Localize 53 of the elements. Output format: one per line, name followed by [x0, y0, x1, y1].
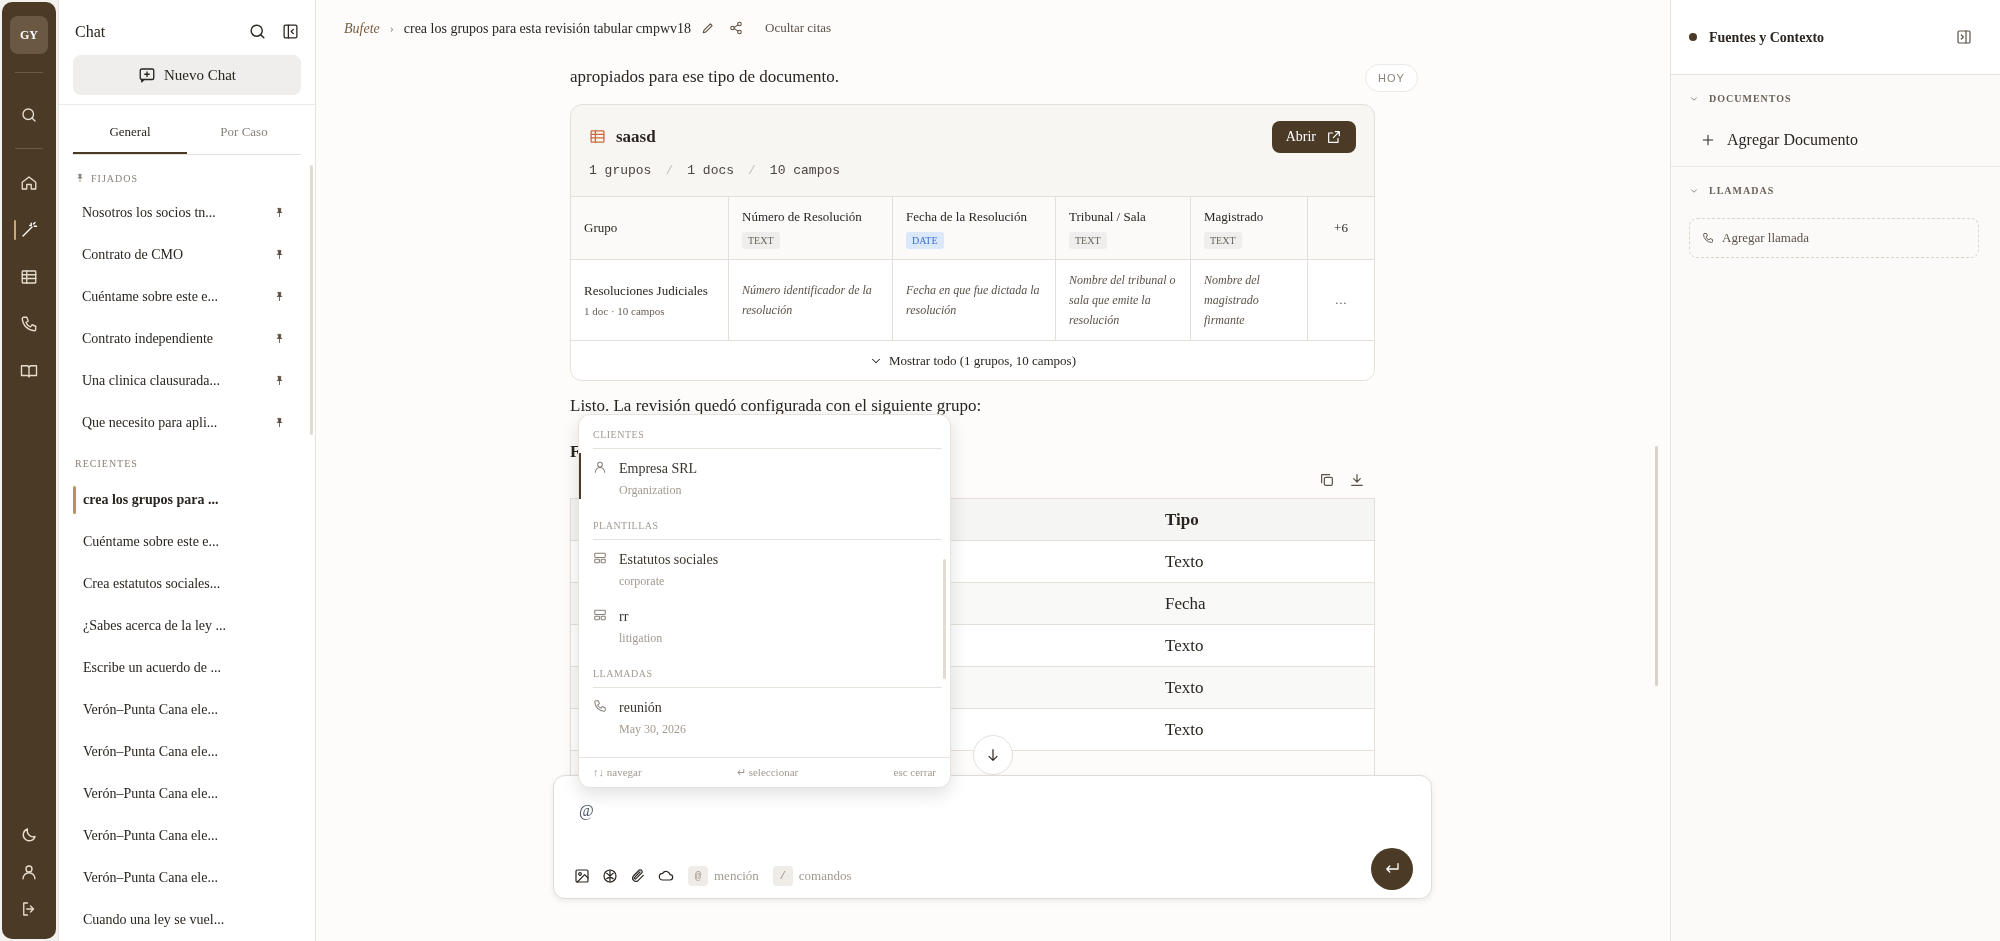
type-tag: TEXT	[1069, 232, 1107, 250]
section-heading: LLAMADAS	[1709, 184, 1775, 198]
panel-title: Fuentes y Contexto	[1709, 28, 1826, 47]
key-hint: @	[688, 866, 708, 886]
section-heading: PLANTILLAS	[593, 506, 942, 540]
type-tag: TEXT	[1204, 232, 1242, 250]
option-subtitle: corporate	[619, 573, 666, 590]
column-header: Fecha de la Resolución	[906, 207, 1028, 226]
message-text: apropiados para ese tipo de documento.	[570, 66, 841, 88]
option-subtitle: May 30, 2026	[619, 721, 686, 738]
table-cell: Texto	[1102, 667, 1374, 709]
card-stat: 10 campos	[769, 161, 841, 180]
type-tag: TEXT	[742, 232, 780, 250]
keyboard-hint: ↵ seleccionar	[736, 765, 799, 781]
column-header: Tipo	[1102, 499, 1374, 541]
sidebar-title: Chat	[75, 21, 107, 42]
type-tag: DATE	[906, 232, 944, 250]
breadcrumb-separator: ›	[389, 20, 394, 37]
table-cell-text: …	[1334, 292, 1348, 309]
chat-title: crea los grupos para esta revisión tabular cmpwv18	[403, 19, 692, 38]
column-header: Magistrado	[1204, 207, 1265, 226]
table-cell: Texto	[1102, 541, 1374, 583]
group-meta: 1 doc · 10 campos	[584, 304, 666, 319]
section-heading: DOCUMENTOS	[1709, 92, 1792, 106]
card-stat: 1 grupos	[589, 161, 652, 180]
card-stat: 1 docs	[687, 161, 735, 180]
group-name: Resoluciones Judiciales	[584, 281, 709, 300]
keyboard-hint: ↑↓ navegar	[593, 765, 642, 781]
stat-separator: /	[748, 161, 756, 180]
table-cell: Texto	[1102, 625, 1374, 667]
date-badge: HOY	[1365, 64, 1418, 92]
section-heading: RECIENTES	[75, 456, 139, 471]
section-heading: FIJADOS	[91, 171, 138, 186]
table-cell: Texto	[1102, 709, 1374, 751]
option-subtitle: litigation	[619, 630, 663, 647]
option-title: reunión	[619, 699, 663, 717]
table-cell: Fecha	[1102, 583, 1374, 625]
hint-label: comandos	[798, 867, 852, 886]
option-title: rr	[619, 608, 630, 626]
column-header: Número de Resolución	[742, 207, 863, 226]
column-header: Tribunal / Sala	[1069, 207, 1147, 226]
section-heading: LLAMADAS	[593, 654, 942, 688]
hint-label: mención	[714, 867, 759, 886]
key-hint: /	[772, 866, 793, 886]
keyboard-hint: esc cerrar	[893, 765, 936, 781]
stat-separator: /	[665, 161, 674, 180]
option-subtitle: Organization	[619, 482, 683, 499]
message-text: Listo. La revisión quedó configurada con el siguiente grupo:	[570, 395, 983, 417]
more-columns-count: +6	[1334, 219, 1348, 238]
option-title: Estatutos sociales	[619, 551, 719, 569]
card-title: saasd	[616, 125, 657, 148]
column-header: Grupo	[584, 219, 619, 238]
option-title: Empresa SRL	[619, 460, 698, 478]
